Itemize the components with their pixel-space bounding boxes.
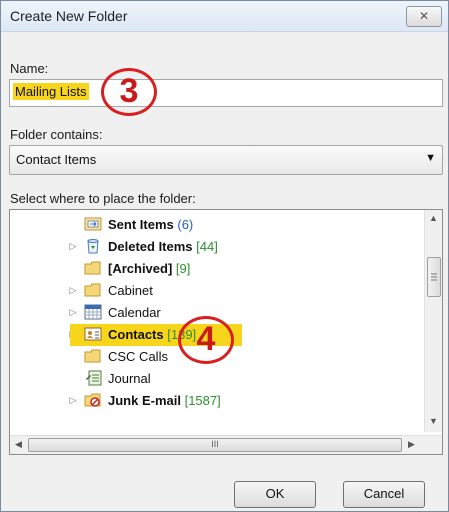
close-button[interactable]: ✕ xyxy=(406,6,442,27)
scroll-down-arrow-icon[interactable]: ▼ xyxy=(429,416,438,426)
scroll-right-arrow-icon[interactable]: ▶ xyxy=(408,439,415,450)
step-4-annotation: 4 xyxy=(178,316,234,364)
tree-item-label: Junk E-mail [1587] xyxy=(108,393,221,408)
tree-item-deleted-items[interactable]: ▷ Deleted Items [44] xyxy=(10,236,410,258)
name-label: Name: xyxy=(10,61,49,76)
folder-icon xyxy=(84,348,102,364)
tree-item-cabinet[interactable]: ▷ Cabinet xyxy=(10,280,410,302)
tree-label: Select where to place the folder: xyxy=(10,191,196,206)
expand-arrow-icon[interactable]: ▷ xyxy=(68,395,78,405)
horizontal-scrollbar[interactable]: ◀ III ▶ xyxy=(10,435,442,454)
expand-arrow-icon[interactable]: ▷ xyxy=(68,285,78,295)
title-bar: Create New Folder ✕ xyxy=(1,1,448,32)
tree-item-archived[interactable]: [Archived] [9] xyxy=(10,258,410,280)
tree-item-sent-items[interactable]: Sent Items (6) xyxy=(10,214,410,236)
tree-item-label: [Archived] [9] xyxy=(108,261,191,276)
tree-item-junk-email[interactable]: ▷ Junk E-mail [1587] xyxy=(10,390,410,412)
contacts-icon xyxy=(84,326,102,342)
journal-icon xyxy=(84,370,102,386)
tree-item-label: Calendar xyxy=(108,305,161,320)
recycle-bin-icon xyxy=(84,238,102,254)
tree-item-label: CSC Calls xyxy=(108,349,168,364)
create-new-folder-dialog: Create New Folder ✕ Name: Mailing Lists … xyxy=(0,0,449,512)
folder-contains-select[interactable]: Contact Items ▼ xyxy=(9,145,443,175)
dialog-title: Create New Folder xyxy=(10,8,128,24)
chevron-down-icon: ▼ xyxy=(425,152,436,164)
expand-arrow-icon[interactable]: ▷ xyxy=(68,307,78,317)
horizontal-scroll-thumb[interactable]: III xyxy=(28,438,402,452)
scroll-left-arrow-icon[interactable]: ◀ xyxy=(15,439,22,450)
tree-item-label: Cabinet xyxy=(108,283,153,298)
folder-contains-value: Contact Items xyxy=(16,152,97,167)
tree-item-label: Journal xyxy=(108,371,151,386)
ok-button[interactable]: OK xyxy=(234,481,316,508)
folder-contains-label: Folder contains: xyxy=(10,127,103,142)
step-3-annotation: 3 xyxy=(101,68,157,116)
folder-icon xyxy=(84,282,102,298)
calendar-icon xyxy=(84,304,102,320)
folder-icon xyxy=(84,260,102,276)
sent-items-icon xyxy=(84,216,102,232)
vertical-scrollbar[interactable]: ▲ ▼ xyxy=(424,210,442,432)
tree-item-label: Sent Items (6) xyxy=(108,217,194,232)
name-input-value: Mailing Lists xyxy=(13,83,89,100)
vertical-scroll-thumb[interactable] xyxy=(427,257,441,297)
tree-item-label: Deleted Items [44] xyxy=(108,239,218,254)
junk-mail-icon xyxy=(84,392,102,408)
expand-arrow-icon[interactable]: ▷ xyxy=(68,241,78,251)
scroll-up-arrow-icon[interactable]: ▲ xyxy=(429,213,438,223)
name-input[interactable]: Mailing Lists xyxy=(9,79,443,107)
tree-item-journal[interactable]: Journal xyxy=(10,368,410,390)
cancel-button[interactable]: Cancel xyxy=(343,481,425,508)
